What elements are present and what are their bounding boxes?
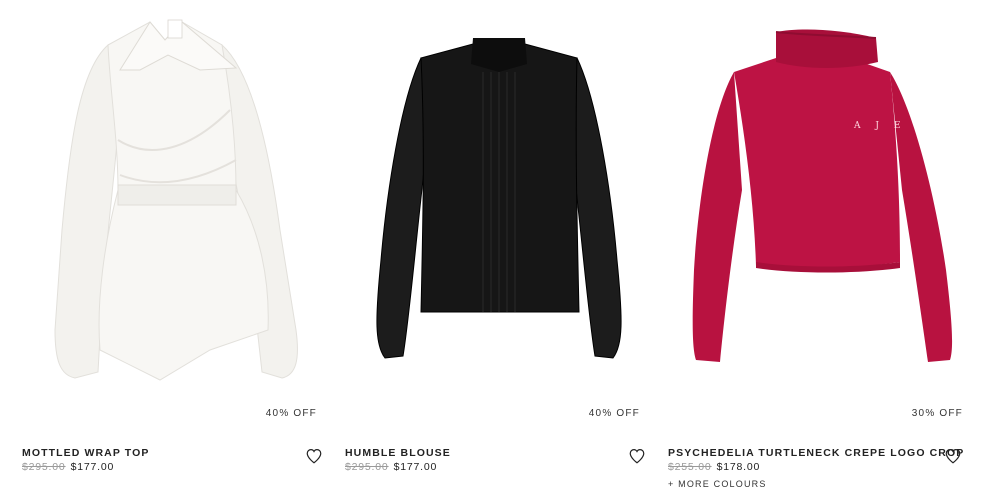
heart-outline-icon[interactable] [628, 447, 646, 465]
product-name[interactable]: PSYCHEDELIA TURTLENECK CREPE LOGO CROP [668, 447, 964, 459]
product-image-black-blouse[interactable] [323, 0, 646, 395]
product-name[interactable]: MOTTLED WRAP TOP [22, 447, 149, 459]
product-image-red-turtleneck[interactable]: A J E [646, 0, 969, 395]
product-card[interactable]: 40% OFF HUMBLE BLOUSE $295.00 $177.00 [323, 0, 646, 501]
product-prices: $295.00 $177.00 [345, 461, 437, 473]
heart-outline-icon[interactable] [305, 447, 323, 465]
heart-outline-icon[interactable] [944, 447, 962, 465]
discount-label: 30% OFF [911, 408, 963, 419]
original-price: $295.00 [345, 461, 389, 473]
product-card[interactable]: 40% OFF MOTTLED WRAP TOP $295.00 $177.00 [0, 0, 323, 501]
sale-price: $178.00 [716, 461, 761, 473]
product-image-white-wrap-top[interactable] [0, 0, 323, 395]
sale-price: $177.00 [70, 461, 115, 473]
product-name[interactable]: HUMBLE BLOUSE [345, 447, 451, 459]
product-card[interactable]: A J E 30% OFF PSYCHEDELIA TURTLENECK CRE… [646, 0, 969, 501]
original-price: $295.00 [22, 461, 66, 473]
discount-label: 40% OFF [265, 408, 317, 419]
original-price: $255.00 [668, 461, 712, 473]
logo-text: A J E [853, 121, 906, 131]
product-prices: $295.00 $177.00 [22, 461, 114, 473]
sale-price: $177.00 [393, 461, 438, 473]
discount-label: 40% OFF [588, 408, 640, 419]
more-colours-link[interactable]: + MORE COLOURS [668, 479, 767, 489]
product-prices: $255.00 $178.00 [668, 461, 760, 473]
